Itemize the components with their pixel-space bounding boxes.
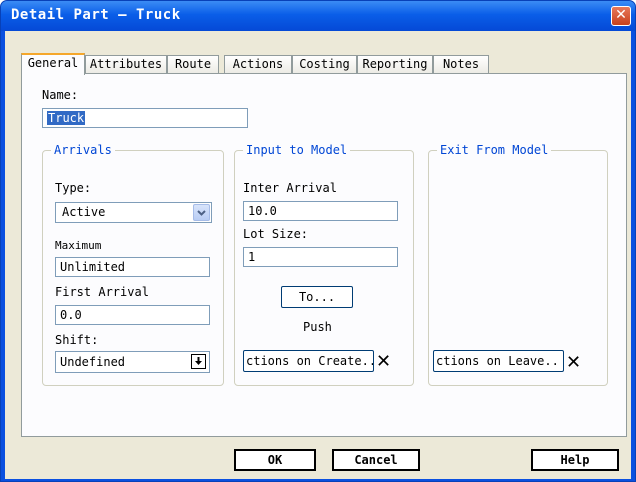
actions-on-leave-button[interactable]: ctions on Leave..: [433, 350, 564, 372]
title-bar[interactable]: Detail Part – Truck ✕: [1, 1, 635, 31]
first-arrival-input[interactable]: 0.0: [55, 305, 210, 325]
ok-button-label: OK: [267, 453, 283, 467]
tab-notes[interactable]: Notes: [433, 55, 489, 73]
lot-size-label: Lot Size:: [243, 227, 309, 241]
lot-size-input[interactable]: 1: [243, 247, 398, 267]
maximum-label: Maximum: [55, 239, 102, 252]
actions-on-create-label: ctions on Create..: [246, 354, 374, 368]
dialog-body: General Attributes Route Actions Costing…: [5, 31, 631, 479]
tab-reporting[interactable]: Reporting: [357, 55, 433, 73]
name-label: Name:: [42, 88, 79, 102]
first-arrival-value: 0.0: [60, 308, 82, 322]
tab-label: Reporting: [362, 57, 428, 71]
name-value: Truck: [47, 111, 86, 125]
exit-from-model-legend: Exit From Model: [437, 143, 552, 157]
inter-arrival-value: 10.0: [248, 204, 277, 218]
tab-label: Attributes: [89, 57, 163, 71]
arrivals-group: Arrivals Type: Active Maximum Unlimited …: [42, 143, 224, 386]
tab-label: Notes: [442, 57, 480, 71]
clear-create-icon[interactable]: ✕: [376, 353, 391, 371]
tab-attributes[interactable]: Attributes: [85, 55, 167, 73]
clear-leave-icon[interactable]: ✕: [566, 354, 581, 372]
name-input[interactable]: Truck: [42, 108, 248, 128]
shift-field[interactable]: Undefined: [55, 351, 210, 373]
tab-label: Actions: [232, 57, 284, 71]
to-button-label: To...: [298, 290, 336, 304]
lot-size-value: 1: [248, 250, 256, 264]
type-select[interactable]: Active: [55, 202, 212, 223]
input-to-model-group: Input to Model Inter Arrival 10.0 Lot Si…: [234, 143, 414, 386]
help-button[interactable]: Help: [531, 449, 619, 471]
input-to-model-legend: Input to Model: [243, 143, 351, 157]
tab-costing[interactable]: Costing: [292, 55, 357, 73]
general-tab-panel: Name: Truck Arrivals Type: Active Maximu…: [21, 73, 627, 437]
tab-general[interactable]: General: [21, 53, 85, 75]
down-arrow-icon[interactable]: [191, 354, 206, 369]
help-button-label: Help: [560, 453, 590, 467]
push-label: Push: [303, 320, 332, 334]
cancel-button[interactable]: Cancel: [332, 449, 420, 471]
type-value: Active: [62, 205, 106, 219]
tab-label: General: [27, 56, 79, 70]
detail-part-dialog: Detail Part – Truck ✕ General Attributes…: [0, 0, 636, 482]
maximum-input[interactable]: Unlimited: [55, 257, 210, 277]
maximum-value: Unlimited: [60, 260, 126, 274]
shift-label: Shift:: [55, 333, 99, 347]
first-arrival-label: First Arrival: [55, 285, 149, 299]
exit-from-model-group: Exit From Model ctions on Leave.. ✕: [428, 143, 608, 386]
window-title: Detail Part – Truck: [11, 7, 181, 23]
to-button[interactable]: To...: [281, 286, 353, 308]
inter-arrival-label: Inter Arrival: [243, 181, 337, 195]
cancel-button-label: Cancel: [354, 453, 398, 467]
chevron-down-icon[interactable]: [193, 204, 210, 221]
arrivals-legend: Arrivals: [51, 143, 115, 157]
actions-on-create-button[interactable]: ctions on Create..: [243, 350, 374, 372]
tab-label: Route: [174, 57, 212, 71]
ok-button[interactable]: OK: [234, 449, 316, 471]
close-button[interactable]: ✕: [611, 6, 631, 26]
tab-actions[interactable]: Actions: [224, 55, 292, 73]
shift-value: Undefined: [60, 355, 126, 369]
tab-route[interactable]: Route: [167, 55, 219, 73]
actions-on-leave-label: ctions on Leave..: [436, 354, 559, 368]
close-icon: ✕: [615, 7, 627, 23]
tab-label: Costing: [299, 57, 350, 71]
inter-arrival-input[interactable]: 10.0: [243, 201, 398, 221]
type-label: Type:: [55, 181, 92, 195]
